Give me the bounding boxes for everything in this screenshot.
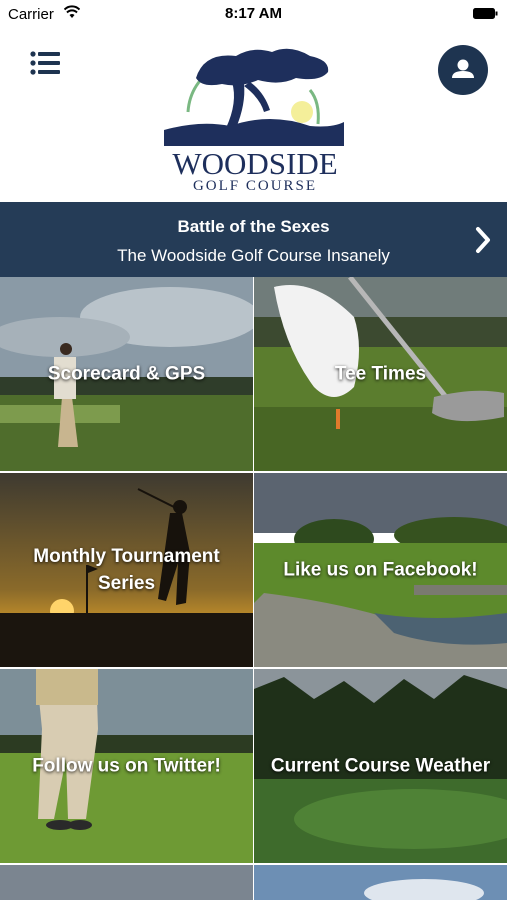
banner-subtitle: The Woodside Golf Course Insanely — [117, 246, 390, 265]
tile-course-weather[interactable]: Current Course Weather — [254, 669, 507, 863]
tile-monthly-tournament[interactable]: Monthly Tournament Series — [0, 473, 253, 667]
tile-label: Follow us on Twitter! — [32, 755, 221, 777]
user-icon — [452, 59, 474, 78]
sky-photo — [0, 865, 253, 900]
logo-title: WOODSIDE — [172, 146, 338, 181]
feature-grid: Scorecard & GPS Tee Times Monthly Tourna… — [0, 277, 507, 900]
clock-time: 8:17 AM — [225, 5, 282, 22]
chevron-right-icon[interactable] — [474, 226, 492, 254]
hamburger-list-icon[interactable] — [30, 50, 60, 76]
tile-partial-right[interactable] — [254, 865, 507, 900]
status-bar: Carrier 8:17 AM — [0, 0, 507, 28]
tree-emblem-icon — [164, 48, 344, 146]
tile-scorecard-gps[interactable]: Scorecard & GPS — [0, 277, 253, 471]
clouds-photo — [254, 865, 507, 900]
battery-icon — [473, 8, 498, 19]
tile-facebook[interactable]: Like us on Facebook! — [254, 473, 507, 667]
tile-twitter[interactable]: Follow us on Twitter! — [0, 669, 253, 863]
profile-button[interactable] — [438, 45, 488, 95]
tile-label: Tee Times — [334, 363, 427, 385]
banner-title: Battle of the Sexes — [177, 217, 330, 236]
tile-partial-left[interactable] — [0, 865, 253, 900]
tile-tee-times[interactable]: Tee Times — [254, 277, 507, 471]
announcement-banner[interactable]: Battle of the Sexes The Woodside Golf Co… — [0, 202, 507, 277]
tile-label: Monthly Tournament Series — [33, 546, 220, 594]
tile-label: Like us on Facebook! — [283, 559, 478, 581]
tile-label: Scorecard & GPS — [47, 363, 206, 385]
app-header: WOODSIDE GOLF COURSE — [0, 28, 507, 202]
woodside-logo: WOODSIDE GOLF COURSE — [160, 42, 350, 198]
tile-label: Current Course Weather — [270, 755, 491, 777]
logo-subtitle: GOLF COURSE — [192, 178, 318, 194]
